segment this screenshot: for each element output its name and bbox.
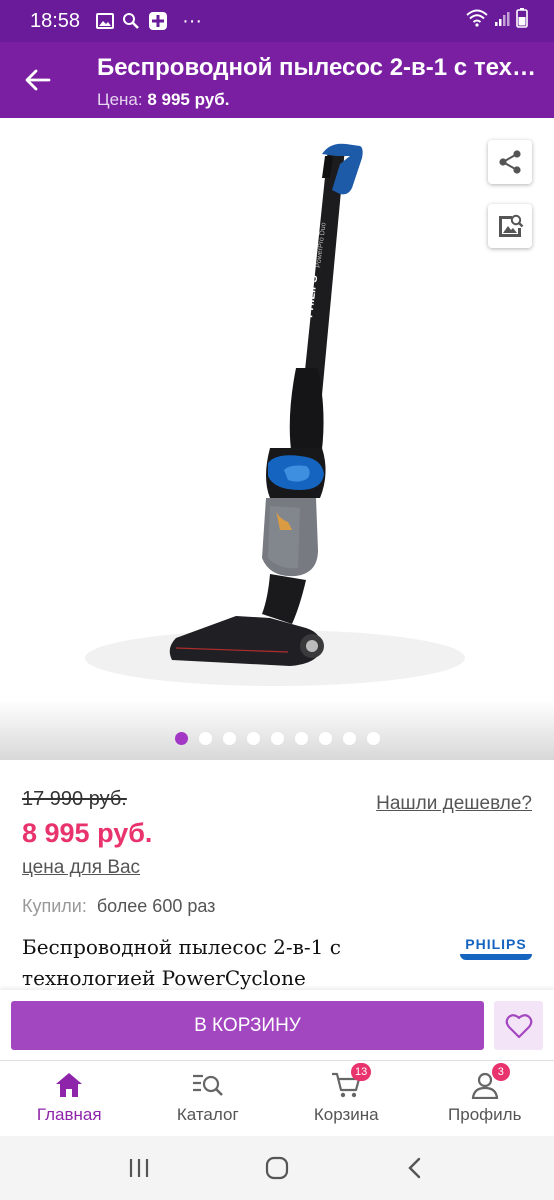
nav-item-profile[interactable]: 3 Профиль (416, 1061, 554, 1136)
heart-icon (505, 1013, 532, 1038)
nav-label-cart: Корзина (313, 1105, 379, 1124)
bought-value: более 600 раз (96, 896, 216, 916)
gallery-fade (0, 700, 554, 760)
nav-item-catalog[interactable]: Каталог (139, 1061, 278, 1136)
catalog-search-icon (191, 1069, 225, 1101)
recent-apps-icon (129, 1159, 149, 1177)
bought-label: Купили: (22, 896, 87, 916)
gallery-dot[interactable] (366, 732, 380, 745)
gallery-dot[interactable] (270, 732, 284, 745)
search-icon (122, 12, 140, 30)
app-icon (148, 11, 168, 31)
image-search-icon (499, 214, 524, 237)
home-system-button[interactable] (257, 1148, 297, 1188)
bottom-nav: Главная Каталог 13 Корзина 3 Профиль (0, 1060, 554, 1136)
profile-badge: 3 (491, 1063, 510, 1081)
status-time: 18:58 (30, 9, 81, 32)
old-price: 17 990 руб. (22, 788, 127, 810)
brand-logo[interactable]: PHILIPS (460, 936, 532, 964)
nav-label-catalog: Каталог (176, 1105, 239, 1124)
personal-price-note[interactable]: цена для Вас (22, 857, 140, 879)
share-button[interactable] (488, 140, 532, 184)
cart-badge: 13 (351, 1063, 372, 1081)
header-price-value: 8 995 руб. (147, 90, 230, 109)
wifi-icon (466, 9, 488, 33)
nav-label-home: Главная (36, 1105, 102, 1124)
image-search-button[interactable] (488, 204, 532, 248)
recent-apps-button[interactable] (119, 1148, 159, 1188)
gallery-dots[interactable] (0, 732, 554, 745)
more-icon: ··· (182, 9, 203, 32)
home-circle-icon (265, 1156, 289, 1180)
product-title: Беспроводной пылесос 2-в-1 с технологией… (22, 935, 341, 990)
nav-item-cart[interactable]: 13 Корзина (277, 1061, 416, 1136)
gallery-dot[interactable] (318, 732, 332, 745)
gallery-dot[interactable] (222, 732, 236, 745)
brand-logo-wave (460, 954, 532, 960)
add-to-cart-button[interactable]: В КОРЗИНУ (11, 1001, 484, 1050)
system-nav-bar (0, 1136, 554, 1200)
battery-icon (516, 8, 528, 34)
found-cheaper-link[interactable]: Нашли дешевле? (376, 793, 532, 815)
chevron-left-icon (408, 1157, 421, 1179)
current-price: 8 995 руб. (22, 818, 153, 848)
product-image: PHILIPS PowerPro Duo (85, 143, 465, 686)
gallery-dot[interactable] (294, 732, 308, 745)
status-bar: 18:58 ··· (0, 0, 554, 42)
header-price-label: Цена: (97, 90, 143, 109)
cart-icon: 13 (329, 1063, 372, 1101)
image-icon (96, 13, 115, 29)
gallery-dot[interactable] (342, 732, 356, 745)
arrow-left-icon (25, 69, 51, 91)
header-price: Цена: 8 995 руб. (97, 90, 229, 110)
back-system-button[interactable] (395, 1148, 435, 1188)
product-gallery[interactable]: PHILIPS PowerPro Duo (0, 118, 554, 760)
action-bar: В КОРЗИНУ (0, 990, 554, 1060)
gallery-dot[interactable] (198, 732, 212, 745)
share-icon (499, 150, 521, 174)
favorite-button[interactable] (494, 1001, 543, 1050)
home-icon (52, 1069, 86, 1101)
page-title: Беспроводной пылесос 2-в-1 с технологией… (97, 54, 547, 81)
nav-label-profile: Профиль (448, 1105, 522, 1124)
nav-item-home[interactable]: Главная (0, 1061, 139, 1136)
app-bar: Беспроводной пылесос 2-в-1 с технологией… (0, 42, 554, 118)
bought-stats: Купили: более 600 раз (22, 896, 215, 917)
signal-icon (494, 10, 510, 33)
gallery-dot[interactable] (174, 732, 188, 745)
brand-logo-text: PHILIPS (465, 936, 527, 952)
profile-icon: 3 (468, 1063, 510, 1101)
gallery-dot[interactable] (246, 732, 260, 745)
back-button[interactable] (18, 60, 58, 100)
